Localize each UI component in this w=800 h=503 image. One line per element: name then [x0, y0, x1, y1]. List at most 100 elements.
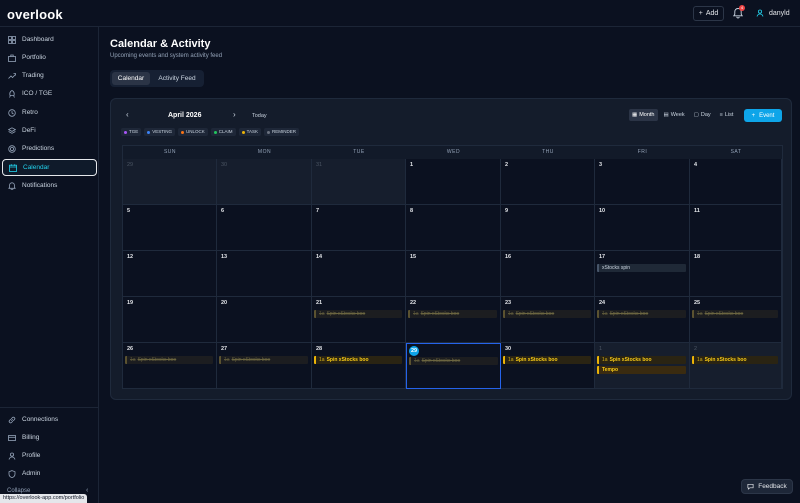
day-cell[interactable]: 22 1a Spin xStocks boo: [406, 297, 501, 343]
calendar-event[interactable]: 1a Spin xStocks boo: [597, 310, 686, 318]
day-cell[interactable]: 1: [406, 159, 501, 205]
day-cell[interactable]: 29 1a Spin xStocks boo: [406, 343, 501, 389]
day-cell[interactable]: 27 1a Spin xStocks boo: [217, 343, 312, 389]
day-cell[interactable]: 31: [312, 159, 406, 205]
day-cell[interactable]: 2 1a Spin xStocks boo: [690, 343, 782, 389]
calendar-event[interactable]: 1a Spin xStocks boo: [692, 356, 778, 364]
view-week-button[interactable]: ▤ Week: [661, 109, 688, 121]
add-event-label: Event: [759, 112, 775, 119]
calendar-event[interactable]: 1a Spin xStocks boo: [692, 310, 778, 318]
app-logo[interactable]: overlook: [7, 7, 63, 22]
event-title: Spin xStocks boo: [515, 311, 555, 317]
weekday-header: TUE: [312, 146, 406, 159]
sidebar-item-profile[interactable]: Profile: [2, 447, 97, 464]
day-cell[interactable]: 19: [123, 297, 217, 343]
day-cell[interactable]: 20: [217, 297, 312, 343]
day-cell[interactable]: 23 1a Spin xStocks boo: [501, 297, 595, 343]
day-cell[interactable]: 15: [406, 251, 501, 297]
list-icon: ≡: [719, 112, 723, 118]
sidebar-item-retro[interactable]: Retro: [2, 104, 97, 121]
calendar-event[interactable]: 1a Spin xStocks boo: [314, 356, 402, 364]
day-cell[interactable]: 8: [406, 205, 501, 251]
legend-item-unlock: UNLOCK: [178, 128, 208, 136]
view-day-button[interactable]: ▢ Day: [691, 109, 714, 121]
day-cell[interactable]: 26 1a Spin xStocks boo: [123, 343, 217, 389]
add-event-button[interactable]: + Event: [744, 109, 782, 122]
user-menu[interactable]: danyld: [756, 9, 790, 17]
sidebar-item-dashboard[interactable]: Dashboard: [2, 31, 97, 48]
day-cell[interactable]: 30: [217, 159, 312, 205]
day-number: 26: [127, 346, 134, 352]
day-number: 9: [505, 208, 509, 214]
plus-icon: +: [751, 112, 756, 119]
today-button[interactable]: Today: [252, 113, 267, 119]
feedback-button[interactable]: Feedback: [741, 479, 793, 494]
add-button[interactable]: + Add: [693, 6, 724, 21]
calendar-event[interactable]: 1a Spin xStocks boo: [597, 356, 686, 364]
grid-icon: [8, 35, 16, 44]
weekday-header: FRI: [595, 146, 690, 159]
day-cell[interactable]: 5: [123, 205, 217, 251]
day-cell[interactable]: 29: [123, 159, 217, 205]
tab-calendar[interactable]: Calendar: [112, 72, 150, 85]
sidebar-item-trading[interactable]: Trading: [2, 67, 97, 84]
day-cell[interactable]: 2: [501, 159, 595, 205]
day-cell[interactable]: 13: [217, 251, 312, 297]
day-cell[interactable]: 17 xStocks spin: [595, 251, 690, 297]
day-cell[interactable]: 4: [690, 159, 782, 205]
calendar-event[interactable]: 1a Spin xStocks boo: [503, 310, 591, 318]
day-cell[interactable]: 9: [501, 205, 595, 251]
next-month-chevron-icon[interactable]: ›: [233, 110, 236, 119]
calendar-event[interactable]: 1a Spin xStocks boo: [503, 356, 591, 364]
day-cell[interactable]: 11: [690, 205, 782, 251]
day-cell[interactable]: 16: [501, 251, 595, 297]
day-cell[interactable]: 12: [123, 251, 217, 297]
sidebar-item-label: Admin: [22, 470, 41, 477]
sidebar-item-connections[interactable]: Connections: [2, 411, 97, 428]
sidebar-item-admin[interactable]: Admin: [2, 465, 97, 482]
calendar-event[interactable]: Tempo: [597, 366, 686, 374]
view-switcher: ▦ Month ▤ Week ▢ Day ≡ List: [629, 109, 736, 121]
day-cell[interactable]: 10: [595, 205, 690, 251]
sidebar-item-defi[interactable]: DeFi: [2, 122, 97, 139]
legend-label: UNLOCK: [186, 129, 205, 134]
day-cell[interactable]: 24 1a Spin xStocks boo: [595, 297, 690, 343]
sidebar-item-predictions[interactable]: Predictions: [2, 140, 97, 157]
history-icon: [8, 108, 16, 117]
event-title: Spin xStocks boo: [515, 357, 558, 363]
day-cell[interactable]: 3: [595, 159, 690, 205]
day-cell[interactable]: 6: [217, 205, 312, 251]
day-cell[interactable]: 28 1a Spin xStocks boo: [312, 343, 406, 389]
day-number: 12: [127, 254, 134, 260]
chevron-left-icon[interactable]: ‹: [86, 487, 88, 494]
sidebar-item-portfolio[interactable]: Portfolio: [2, 49, 97, 66]
sidebar-item-billing[interactable]: Billing: [2, 429, 97, 446]
sidebar-item-ico-tge[interactable]: ICO / TGE: [2, 85, 97, 102]
legend-item-tge: TGE: [121, 128, 142, 136]
calendar-event[interactable]: 1a Spin xStocks boo: [408, 310, 497, 318]
sidebar-item-notifications[interactable]: Notifications: [2, 177, 97, 194]
calendar-event[interactable]: 1a Spin xStocks boo: [314, 310, 402, 318]
day-cell[interactable]: 18: [690, 251, 782, 297]
sidebar-item-calendar[interactable]: Calendar: [2, 159, 97, 176]
day-cell[interactable]: 30 1a Spin xStocks boo: [501, 343, 595, 389]
tab-activity-feed[interactable]: Activity Feed: [152, 72, 202, 85]
calendar-event[interactable]: 1a Spin xStocks boo: [219, 356, 308, 364]
view-month-button[interactable]: ▦ Month: [629, 109, 658, 121]
day-number: 23: [505, 300, 512, 306]
calendar-event[interactable]: 1a Spin xStocks boo: [409, 357, 498, 365]
sidebar-item-label: Predictions: [22, 145, 55, 152]
calendar-event[interactable]: 1a Spin xStocks boo: [125, 356, 213, 364]
day-number: 24: [599, 300, 606, 306]
day-cell[interactable]: 14: [312, 251, 406, 297]
event-title: xStocks spin: [602, 265, 631, 271]
calendar-event[interactable]: xStocks spin: [597, 264, 686, 272]
prev-month-chevron-icon[interactable]: ‹: [126, 110, 129, 119]
rocket-icon: [9, 89, 15, 98]
day-cell[interactable]: 1 1a Spin xStocks boo Tempo: [595, 343, 690, 389]
day-cell[interactable]: 7: [312, 205, 406, 251]
view-list-button[interactable]: ≡ List: [717, 109, 737, 121]
day-cell[interactable]: 21 1a Spin xStocks boo: [312, 297, 406, 343]
day-cell[interactable]: 25 1a Spin xStocks boo: [690, 297, 782, 343]
day-number: 11: [694, 208, 700, 214]
